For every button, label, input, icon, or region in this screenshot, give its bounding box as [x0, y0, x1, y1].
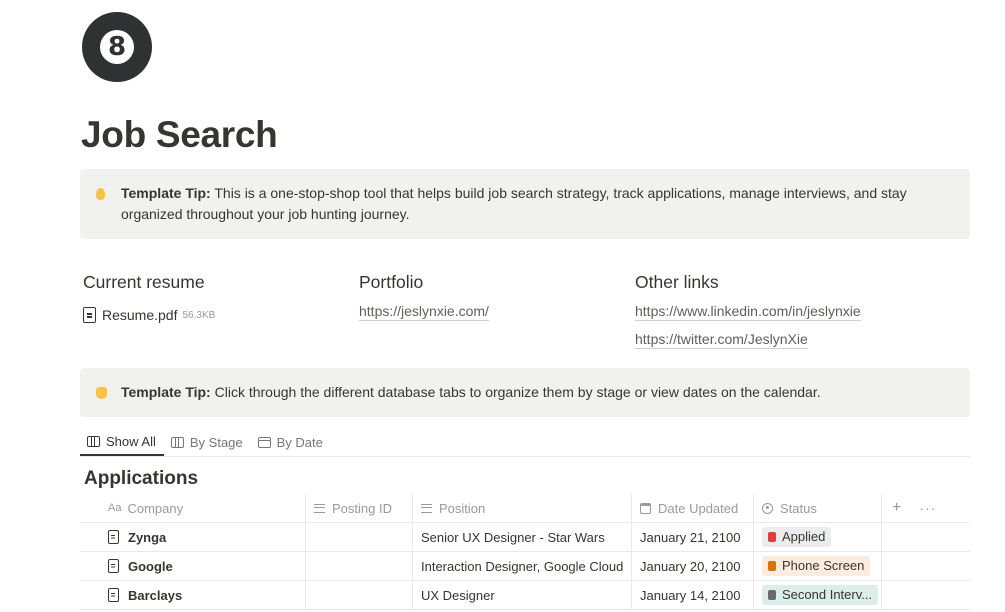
company-name: Zynga [128, 529, 167, 545]
posting-id-cell[interactable] [306, 523, 413, 551]
company-cell[interactable]: Zynga [80, 523, 306, 551]
callout-label: Template Tip: [121, 185, 211, 201]
callout-label: Template Tip: [121, 384, 211, 400]
callout-text-2: Template Tip: Click through the differen… [121, 382, 954, 403]
posting-id-cell[interactable] [306, 581, 413, 609]
empty-cell [882, 523, 970, 551]
company-cell[interactable]: Google [80, 552, 306, 580]
resume-file[interactable]: Resume.pdf 56.3KB [83, 307, 215, 323]
empty-cell [882, 552, 970, 580]
empty-cell [882, 581, 970, 609]
tab-show-all[interactable]: Show All [80, 428, 164, 456]
header-date-updated[interactable]: Date Updated [632, 494, 754, 522]
header-label: Company [127, 500, 184, 516]
status-badge: Phone Screen [762, 556, 871, 576]
portfolio-section: Portfolio https://jeslynxie.com/ [359, 272, 489, 330]
page-icon [108, 530, 119, 544]
date-cell[interactable]: January 14, 2100 [632, 581, 754, 609]
status-badge: Second Interv... [762, 585, 879, 605]
resume-file-name: Resume.pdf [102, 307, 178, 323]
status-label: Phone Screen [782, 558, 865, 573]
company-name: Barclays [128, 587, 183, 603]
status-cell[interactable]: Second Interv... [754, 581, 882, 609]
header-status[interactable]: Status [754, 494, 882, 522]
status-cell[interactable]: Applied [754, 523, 882, 551]
header-label: Posting ID [332, 500, 392, 516]
callout-body: This is a one-stop-shop tool that helps … [121, 185, 907, 222]
database-title[interactable]: Applications [84, 468, 198, 490]
company-name: Google [128, 558, 173, 574]
header-company[interactable]: Aa Company [80, 494, 306, 522]
portfolio-link[interactable]: https://jeslynxie.com/ [359, 302, 489, 321]
tab-label: Show All [106, 433, 156, 449]
text-lines-icon [421, 503, 432, 513]
current-resume-section: Current resume Resume.pdf 56.3KB [83, 272, 215, 323]
lightbulb-icon [96, 183, 118, 204]
position-cell[interactable]: UX Designer [413, 581, 632, 609]
date-cell[interactable]: January 20, 2100 [632, 552, 754, 580]
text-lines-icon [314, 503, 325, 513]
twitter-link[interactable]: https://twitter.com/JeslynXie [635, 330, 808, 349]
status-emoji-icon [768, 561, 776, 571]
date-cell[interactable]: January 21, 2100 [632, 523, 754, 551]
section-heading-other-links: Other links [635, 272, 719, 292]
table-row[interactable]: Barclays UX Designer January 14, 2100 Se… [80, 581, 970, 610]
status-icon [762, 502, 773, 514]
table-row[interactable]: Zynga Senior UX Designer - Star Wars Jan… [80, 523, 970, 552]
section-heading-resume: Current resume [83, 272, 205, 292]
company-cell[interactable]: Barclays [80, 581, 306, 609]
section-heading-portfolio: Portfolio [359, 272, 424, 292]
page-icon-eight-ball[interactable]: 8 [82, 12, 152, 82]
tab-by-date[interactable]: By Date [251, 428, 331, 456]
callout-text-1: Template Tip: This is a one-stop-shop to… [121, 183, 954, 225]
more-options-button[interactable]: ··· [919, 500, 936, 516]
header-label: Position [439, 500, 486, 516]
calendar-icon [257, 436, 271, 448]
header-label: Status [780, 500, 817, 516]
add-property-button[interactable]: + [892, 499, 901, 517]
status-label: Second Interv... [782, 587, 873, 602]
database-view-tabs: Show All By Stage By Date [80, 428, 970, 457]
table-row[interactable]: Google Interaction Designer, Google Clou… [80, 552, 970, 581]
pointing-hand-icon [96, 382, 118, 403]
position-cell[interactable]: Senior UX Designer - Star Wars [413, 523, 632, 551]
tab-label: By Date [276, 434, 323, 450]
page-icon-number: 8 [100, 30, 134, 64]
resume-file-size: 56.3KB [182, 309, 216, 321]
header-label: Date Updated [658, 500, 739, 516]
table-icon [87, 435, 100, 447]
file-icon [83, 307, 96, 323]
status-emoji-icon [768, 532, 776, 542]
tab-by-stage[interactable]: By Stage [164, 428, 251, 456]
page-icon [108, 559, 119, 573]
linkedin-link[interactable]: https://www.linkedin.com/in/jeslynxie [635, 302, 861, 321]
page-icon [108, 588, 119, 602]
applications-table: Aa Company Posting ID Position Date Updat… [80, 494, 970, 610]
status-badge: Applied [762, 527, 832, 547]
position-cell[interactable]: Interaction Designer, Google Cloud [413, 552, 632, 580]
header-posting-id[interactable]: Posting ID [306, 494, 413, 522]
header-position[interactable]: Position [413, 494, 632, 522]
status-cell[interactable]: Phone Screen [754, 552, 882, 580]
callout-body: Click through the different database tab… [210, 384, 821, 400]
tab-label: By Stage [189, 434, 243, 450]
status-emoji-icon [768, 590, 776, 600]
template-tip-callout-2: Template Tip: Click through the differen… [80, 368, 970, 417]
text-property-icon: Aa [108, 502, 122, 514]
template-tip-callout-1: Template Tip: This is a one-stop-shop to… [80, 169, 970, 239]
page-title[interactable]: Job Search [81, 114, 278, 156]
posting-id-cell[interactable] [306, 552, 413, 580]
board-icon [170, 436, 184, 448]
status-label: Applied [782, 529, 826, 544]
header-actions: + ··· [882, 494, 970, 522]
other-links-section: Other links https://www.linkedin.com/in/… [635, 272, 861, 358]
table-header-row: Aa Company Posting ID Position Date Updat… [80, 494, 970, 523]
calendar-icon [640, 502, 651, 514]
